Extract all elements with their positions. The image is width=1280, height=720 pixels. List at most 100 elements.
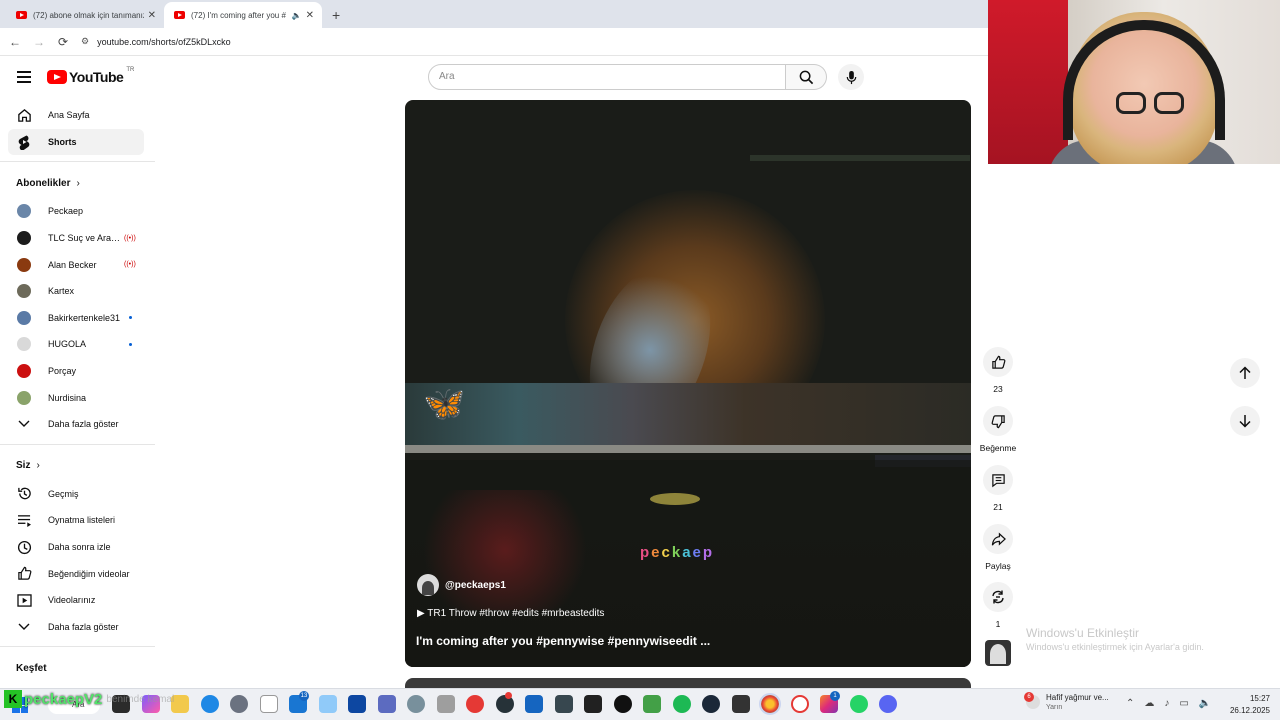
video-watermark: peckaep bbox=[640, 544, 714, 561]
steam-icon[interactable] bbox=[702, 695, 720, 713]
show-more-subscriptions[interactable]: Daha fazla göster bbox=[0, 411, 155, 438]
weather-widget[interactable]: 6 Hafif yağmur ve... Yarın bbox=[1024, 692, 1109, 711]
sidebar-item-subscription[interactable]: TLC Suç ve Araştırma((•)) bbox=[0, 225, 155, 252]
camera-icon[interactable] bbox=[407, 695, 425, 713]
clock[interactable]: 15:27 26.12.2025 bbox=[1226, 693, 1270, 717]
taskbar-apps: 13 1 bbox=[112, 691, 909, 715]
video-frame-detail bbox=[650, 493, 700, 505]
opera-icon[interactable] bbox=[790, 695, 809, 713]
speaker-icon[interactable]: 🔈 bbox=[292, 11, 302, 20]
url-field[interactable]: ⚙ youtube.com/shorts/ofZ5kDLxcko bbox=[81, 31, 231, 53]
channel-handle[interactable]: @peckaeps1 bbox=[445, 580, 506, 591]
github-icon[interactable] bbox=[613, 695, 632, 713]
shorts-icon bbox=[16, 134, 32, 150]
epic-games-icon[interactable] bbox=[731, 695, 750, 713]
forward-arrow-icon[interactable]: → bbox=[27, 35, 51, 49]
voice-search-button[interactable] bbox=[838, 64, 864, 90]
site-info-icon[interactable]: ⚙ bbox=[81, 36, 89, 47]
sidebar-item-subscription[interactable]: Bakirkertenkele31 bbox=[0, 305, 155, 332]
sidebar-item-subscription[interactable]: Porçay bbox=[0, 358, 155, 385]
instagram-icon[interactable]: 1 bbox=[820, 691, 840, 713]
sidebar-item-subscription[interactable]: Peckaep bbox=[0, 198, 155, 225]
search-input[interactable]: Ara bbox=[428, 64, 786, 90]
video-title[interactable]: I'm coming after you #pennywise #pennywi… bbox=[416, 634, 710, 648]
sidebar-item-history[interactable]: Geçmiş bbox=[0, 481, 155, 508]
reload-icon[interactable]: ⟳ bbox=[51, 35, 75, 49]
settings-icon[interactable] bbox=[230, 695, 248, 713]
sidebar-item-subscription[interactable]: Kartex bbox=[0, 278, 155, 305]
sidebar-item-label: Oynatma listeleri bbox=[48, 515, 116, 526]
next-short-button[interactable] bbox=[1230, 406, 1260, 436]
remix-action[interactable]: 1 bbox=[982, 582, 1014, 629]
video-channel[interactable]: @peckaeps1 bbox=[417, 574, 506, 596]
close-tab-icon[interactable]: ✕ bbox=[148, 10, 156, 21]
red-app-icon[interactable] bbox=[466, 695, 484, 713]
microphone-tray-icon[interactable]: ♪ bbox=[1164, 698, 1169, 709]
cloud-icon[interactable]: ☁ bbox=[1144, 698, 1154, 709]
share-action[interactable]: Paylaş bbox=[982, 524, 1014, 571]
discord-icon[interactable] bbox=[879, 695, 897, 713]
clock-date: 26.12.2025 bbox=[1229, 706, 1270, 715]
sidebar-item-playlists[interactable]: Oynatma listeleri bbox=[0, 507, 155, 534]
sidebar-item-subscription[interactable]: Alan Becker ((•)) bbox=[0, 251, 155, 278]
sidebar-item-your-videos[interactable]: Videolarınız bbox=[0, 587, 155, 614]
sidebar-item-subscription[interactable]: Nurdisina bbox=[0, 384, 155, 411]
back-arrow-icon[interactable]: ← bbox=[3, 35, 27, 49]
blue-app-icon[interactable] bbox=[525, 695, 543, 713]
spotify-icon[interactable] bbox=[672, 695, 691, 713]
browser-tab-1[interactable]: (72) abone olmak için tanımanız ✕ bbox=[6, 2, 164, 28]
shorts-video-player[interactable]: 🦋 peckaep @peckaeps1 ▶ TR1 Throw #throw … bbox=[405, 100, 971, 667]
store-icon[interactable] bbox=[348, 695, 366, 713]
app-icon[interactable] bbox=[377, 695, 396, 713]
chevron-down-icon bbox=[16, 619, 32, 635]
sidebar-item-home[interactable]: Ana Sayfa bbox=[0, 102, 155, 129]
comments-button[interactable] bbox=[983, 465, 1013, 495]
search-button[interactable] bbox=[786, 64, 827, 90]
youtube-logo[interactable]: YouTube TR bbox=[47, 67, 134, 85]
show-more-you[interactable]: Daha fazla göster bbox=[0, 614, 155, 641]
sound-avatar[interactable] bbox=[985, 640, 1011, 666]
network-icon[interactable]: ▭ bbox=[1179, 698, 1188, 709]
share-icon bbox=[991, 531, 1006, 546]
subscriptions-heading[interactable]: Abonelikler › bbox=[0, 168, 155, 198]
avatar bbox=[17, 204, 31, 219]
sidebar-item-watch-later[interactable]: Daha sonra izle bbox=[0, 534, 155, 561]
mail-icon[interactable]: 13 bbox=[289, 691, 309, 713]
menu-icon[interactable] bbox=[17, 71, 31, 86]
new-tab-button[interactable]: + bbox=[332, 7, 340, 23]
minecraft-icon[interactable] bbox=[643, 695, 661, 713]
dark-app-icon[interactable] bbox=[554, 695, 573, 713]
dislike-action[interactable]: Beğenme bbox=[980, 406, 1016, 453]
you-heading[interactable]: Siz › bbox=[0, 451, 155, 481]
watermark-letter: e bbox=[692, 544, 703, 561]
sidebar-item-shorts[interactable]: Shorts bbox=[8, 128, 144, 156]
vim-icon[interactable] bbox=[259, 695, 278, 713]
channel-avatar[interactable] bbox=[417, 574, 439, 596]
edge-icon[interactable] bbox=[200, 695, 219, 713]
like-button[interactable] bbox=[983, 347, 1013, 377]
share-label: Paylaş bbox=[985, 561, 1011, 571]
next-short-preview[interactable] bbox=[405, 678, 971, 688]
close-tab-icon[interactable]: ✕ bbox=[306, 10, 314, 21]
activation-subtitle: Windows'u etkinleştirmek için Ayarlar'a … bbox=[1026, 642, 1204, 652]
video-sound-link[interactable]: ▶ TR1 Throw #throw #edits #mrbeastedits bbox=[417, 608, 604, 619]
whatsapp-icon[interactable] bbox=[849, 695, 868, 713]
previous-short-button[interactable] bbox=[1230, 358, 1260, 388]
remix-button[interactable] bbox=[983, 582, 1013, 612]
dislike-button[interactable] bbox=[983, 406, 1013, 436]
watermark-letter: e bbox=[651, 544, 662, 561]
chrome-icon[interactable] bbox=[759, 693, 781, 715]
obs-icon[interactable] bbox=[495, 692, 514, 713]
sidebar-item-liked-videos[interactable]: Beğendiğim videolar bbox=[0, 560, 155, 587]
volume-icon[interactable]: 🔈 bbox=[1199, 698, 1211, 709]
sidebar-item-subscription[interactable]: HUGOLA bbox=[0, 331, 155, 358]
photos-icon[interactable] bbox=[318, 695, 337, 713]
share-button[interactable] bbox=[983, 524, 1013, 554]
game-icon[interactable] bbox=[584, 695, 602, 713]
microphone-app-icon[interactable] bbox=[436, 695, 455, 713]
browser-tab-2[interactable]: (72) I'm coming after you # 🔈 ✕ bbox=[164, 2, 322, 28]
stream-name: peckaepV2 bbox=[24, 690, 103, 708]
comments-action[interactable]: 21 bbox=[982, 465, 1014, 512]
chevron-up-icon[interactable]: ⌃ bbox=[1126, 698, 1134, 709]
like-action[interactable]: 23 bbox=[982, 347, 1014, 394]
